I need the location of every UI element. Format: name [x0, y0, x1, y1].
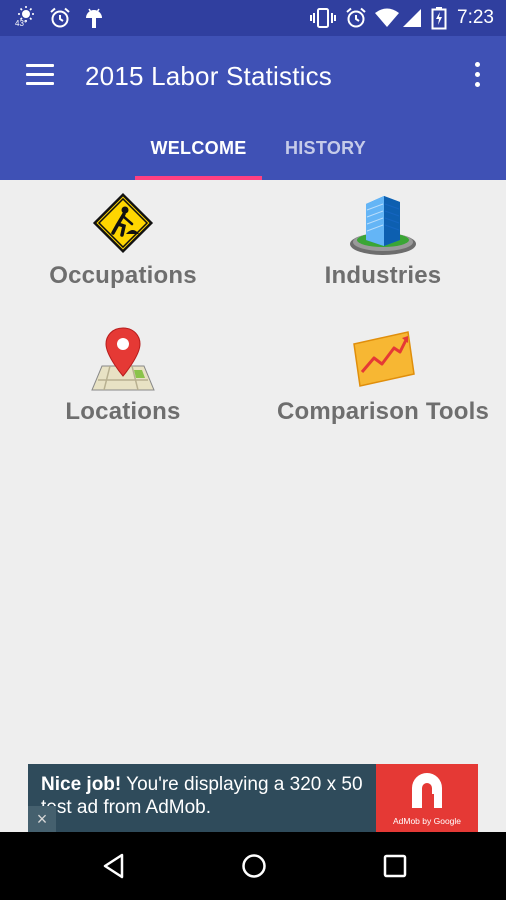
status-bar: 43° 7:23 — [0, 0, 506, 36]
tab-welcome[interactable]: WELCOME — [135, 116, 262, 180]
category-label: Occupations — [49, 262, 197, 289]
vibrate-icon — [310, 6, 336, 35]
more-vert-icon[interactable] — [472, 62, 482, 90]
home-icon[interactable] — [240, 852, 268, 885]
app-title: 2015 Labor Statistics — [85, 61, 333, 91]
admob-icon — [412, 773, 442, 808]
map-pin-icon — [91, 327, 155, 391]
admob-caption: AdMob by Google — [392, 816, 462, 826]
hamburger-menu-icon[interactable] — [26, 64, 54, 86]
tab-history[interactable]: HISTORY — [262, 116, 389, 180]
battery-charging-icon — [431, 6, 447, 35]
ad-text-bold: Nice job! — [41, 774, 122, 795]
android-icon — [82, 6, 106, 35]
road-work-sign-icon — [92, 192, 154, 254]
category-label: Comparison Tools — [276, 398, 490, 425]
tab-indicator — [135, 176, 262, 180]
alarm-icon-2 — [344, 6, 368, 35]
ad-banner[interactable]: Nice job! You're displaying a 320 x 50 t… — [28, 764, 478, 832]
category-label: Industries — [324, 262, 442, 289]
category-comparison-tools[interactable]: Comparison Tools — [270, 324, 496, 426]
office-building-icon — [350, 196, 416, 255]
alarm-icon — [48, 6, 72, 35]
category-occupations[interactable]: Occupations — [20, 188, 226, 290]
back-icon[interactable] — [100, 852, 128, 885]
ad-close-button[interactable]: × — [28, 806, 56, 832]
ad-text: Nice job! You're displaying a 320 x 50 t… — [41, 773, 371, 819]
wifi-icon — [374, 6, 400, 35]
tab-bar: WELCOME HISTORY — [0, 116, 506, 180]
category-locations[interactable]: Locations — [20, 324, 226, 426]
recents-icon[interactable] — [381, 852, 409, 885]
category-industries[interactable]: Industries — [280, 188, 486, 290]
weather-temp: 43° — [15, 19, 28, 28]
signal-icon — [401, 6, 423, 35]
status-time: 7:23 — [457, 7, 494, 28]
category-label: Locations — [65, 398, 181, 425]
app-bar: 2015 Labor Statistics — [0, 36, 506, 116]
growth-chart-icon — [353, 331, 415, 387]
admob-logo: AdMob by Google — [376, 764, 478, 832]
navigation-bar — [0, 832, 506, 900]
